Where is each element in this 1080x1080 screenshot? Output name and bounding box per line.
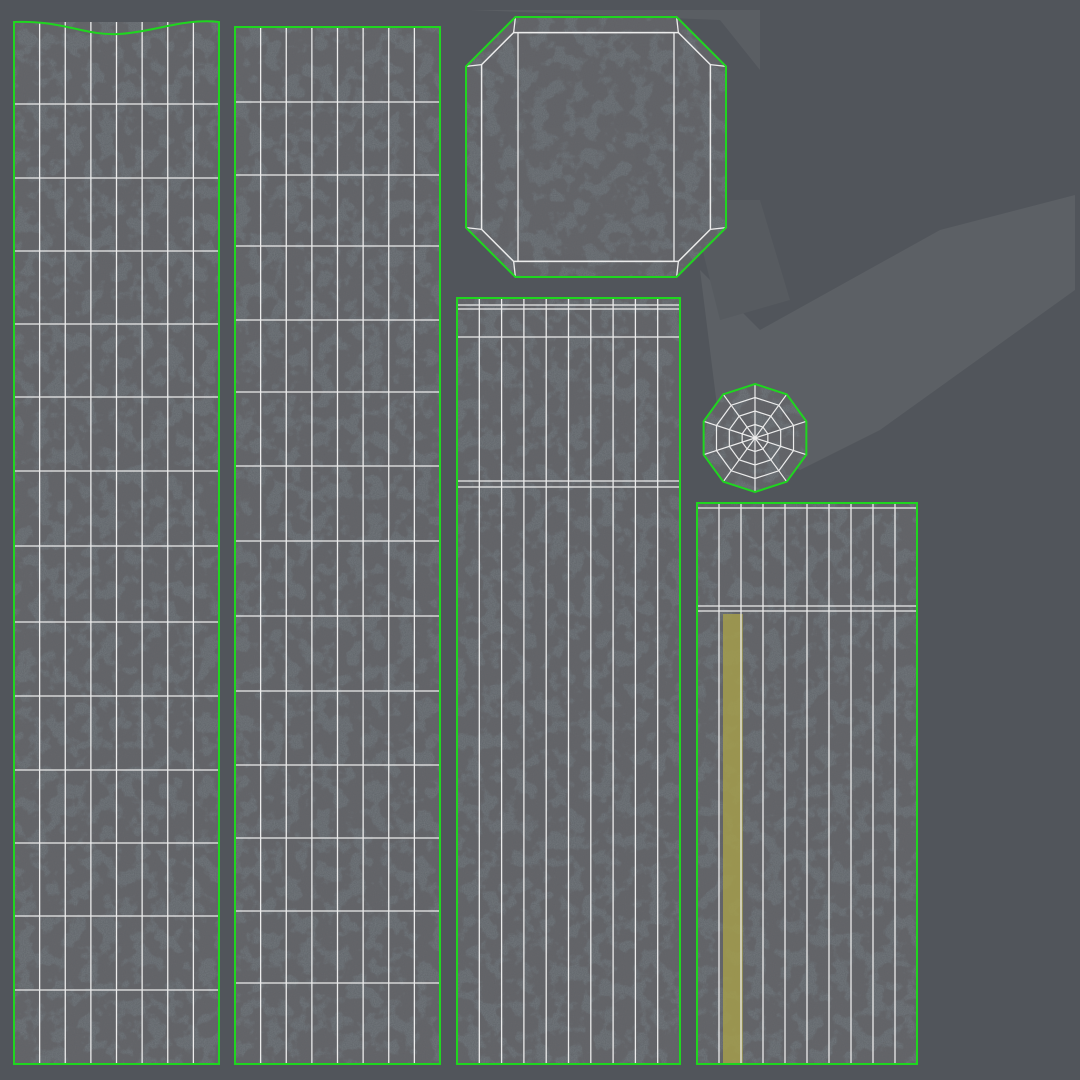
uv-editor-viewport[interactable] (0, 0, 1080, 1080)
uv-island-left-strip (13, 20, 220, 1065)
uv-layout-canvas[interactable] (0, 0, 1080, 1080)
selected-face (723, 614, 743, 1064)
uv-island-cap-octagon (465, 16, 727, 278)
uv-island-right-strip (696, 502, 918, 1065)
island-texture (466, 17, 726, 277)
island-grime (466, 17, 726, 277)
uv-island-second-strip (234, 26, 441, 1065)
uv-island-tall-strip (456, 297, 681, 1065)
